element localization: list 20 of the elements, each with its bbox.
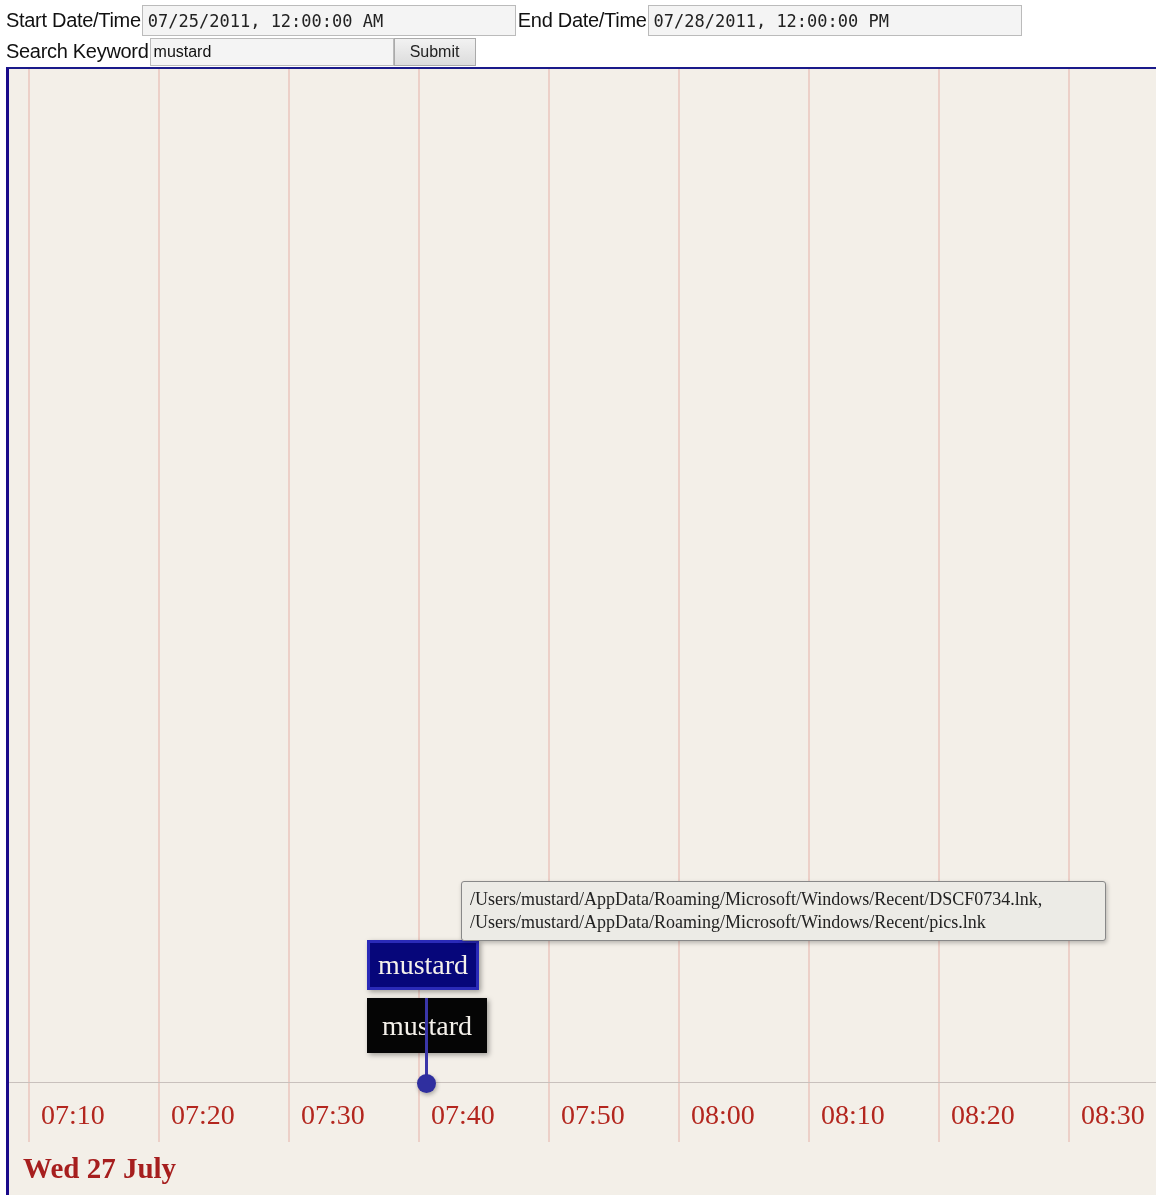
time-tick-label: 07:50 bbox=[561, 1099, 625, 1131]
tooltip: /Users/mustard/AppData/Roaming/Microsoft/Windows/Recent/DSCF0734.lnk, /Users/mustard/AppData/Roaming/Microsoft/Windows/Recent/pics.lnk bbox=[461, 881, 1106, 941]
time-tick-label: 08:20 bbox=[951, 1099, 1015, 1131]
event-marker[interactable] bbox=[417, 1074, 436, 1093]
time-tick-label: 07:20 bbox=[171, 1099, 235, 1131]
field-label: Search Keyword bbox=[6, 40, 149, 63]
date-label: Wed 27 July bbox=[23, 1152, 177, 1185]
time-tick-label: 07:40 bbox=[431, 1099, 495, 1131]
start-date-field[interactable]: 07/25/2011, 12:00:00 AM bbox=[141, 5, 516, 36]
time-tick-label: 08:30 bbox=[1081, 1099, 1145, 1131]
field-label: End Date/Time bbox=[517, 9, 647, 32]
end-date-field[interactable]: 07/28/2011, 12:00:00 PM bbox=[647, 5, 1022, 36]
field-label: Start Date/Time bbox=[6, 9, 141, 32]
event-label[interactable]: mustard bbox=[367, 940, 479, 990]
submit-button[interactable]: Submit bbox=[393, 37, 476, 66]
time-tick-label: 07:10 bbox=[41, 1099, 105, 1131]
search-field[interactable]: mustard bbox=[149, 37, 394, 66]
time-tick-label: 08:00 bbox=[691, 1099, 755, 1131]
time-tick-label: 08:10 bbox=[821, 1099, 885, 1131]
time-tick-label: 07:30 bbox=[301, 1099, 365, 1131]
